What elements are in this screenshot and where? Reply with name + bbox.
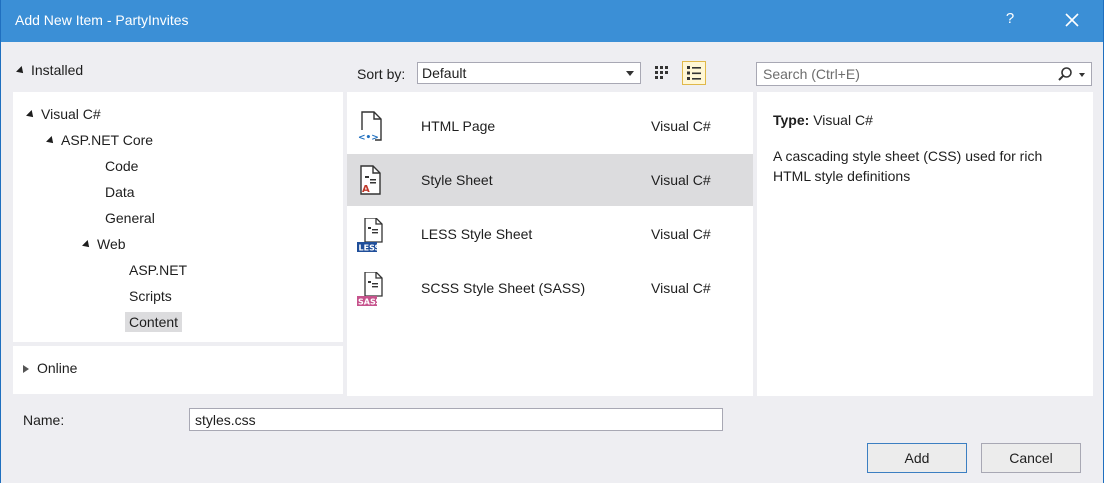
tree-item-label: Visual C#: [41, 106, 101, 122]
template-language: Visual C#: [651, 280, 711, 296]
tree-item-aspnet[interactable]: ASP.NET: [129, 262, 187, 278]
template-type: Type: Visual C#: [773, 112, 873, 128]
search-input[interactable]: Search (Ctrl+E): [756, 62, 1092, 86]
template-row-scss-style-sheet[interactable]: SASS SCSS Style Sheet (SASS) Visual C#: [347, 262, 753, 314]
tree-item-web[interactable]: Web: [82, 236, 126, 252]
sass-icon: SASS: [357, 272, 383, 307]
tree-item-label: Scripts: [129, 288, 172, 304]
tree-item-aspnet-core[interactable]: ASP.NET Core: [46, 132, 154, 148]
online-section: Online: [13, 346, 343, 394]
collapsed-arrow-icon: [23, 365, 29, 373]
tree-item-label: Content: [129, 314, 179, 330]
tree-item-label: ASP.NET Core: [61, 132, 154, 148]
expand-arrow-icon: [26, 110, 36, 120]
template-row-less-style-sheet[interactable]: LESS LESS Style Sheet Visual C#: [347, 208, 753, 260]
cancel-button[interactable]: Cancel: [981, 443, 1081, 473]
svg-text:LESS: LESS: [359, 244, 381, 253]
tree-item-label: General: [105, 210, 155, 226]
name-field[interactable]: [189, 408, 723, 431]
search-icon[interactable]: [1057, 66, 1073, 82]
svg-text:A: A: [362, 184, 370, 195]
sort-by-label: Sort by:: [357, 66, 406, 82]
tree-item-label: Data: [105, 184, 135, 200]
type-label: Type:: [773, 112, 810, 128]
close-button[interactable]: [1059, 7, 1087, 35]
tree-item-general[interactable]: General: [105, 210, 155, 226]
expand-arrow-icon: [46, 136, 56, 146]
add-new-item-dialog: Add New Item - PartyInvites ? Installed …: [0, 0, 1104, 483]
template-name: LESS Style Sheet: [421, 226, 533, 242]
template-description: A cascading style sheet (CSS) used for r…: [773, 148, 1043, 184]
search-placeholder: Search (Ctrl+E): [763, 66, 860, 82]
grid-view-icon: [655, 66, 668, 79]
sort-by-value: Default: [422, 65, 467, 81]
stylesheet-icon: A: [360, 165, 381, 195]
sort-by-dropdown[interactable]: Default: [417, 62, 641, 84]
template-name: SCSS Style Sheet (SASS): [421, 280, 586, 296]
template-name: HTML Page: [421, 118, 496, 134]
help-button[interactable]: ?: [998, 10, 1022, 27]
close-icon: [1065, 13, 1079, 27]
tree-item-data[interactable]: Data: [105, 184, 135, 200]
expand-arrow-icon: [16, 66, 26, 76]
online-section-header[interactable]: Online: [23, 360, 77, 376]
add-button[interactable]: Add: [867, 443, 967, 473]
details-panel: Type: Visual C# A cascading style sheet …: [757, 92, 1093, 396]
dropdown-arrow-icon: [626, 71, 634, 76]
tree-item-visual-csharp[interactable]: Visual C#: [26, 106, 101, 122]
html-page-icon: <•>: [357, 111, 382, 143]
template-language: Visual C#: [651, 118, 711, 134]
online-label: Online: [37, 360, 78, 376]
small-icons-view-button[interactable]: [652, 63, 672, 83]
tree-item-label: ASP.NET: [129, 262, 188, 278]
template-row-style-sheet[interactable]: A Style Sheet Visual C#: [347, 154, 753, 206]
title-bar: Add New Item - PartyInvites ?: [1, 0, 1103, 42]
installed-section-header[interactable]: Installed: [16, 62, 84, 78]
type-value: Visual C#: [813, 112, 873, 128]
template-row-html-page[interactable]: <•> HTML Page Visual C#: [347, 100, 753, 152]
list-view-icon: [687, 66, 701, 80]
template-name: Style Sheet: [421, 172, 493, 188]
tree-item-label: Web: [97, 236, 126, 252]
tree-item-label: Code: [105, 158, 139, 174]
template-list: <•> HTML Page Visual C# A Style Sheet Vi…: [347, 92, 753, 396]
search-options-arrow-icon[interactable]: [1079, 73, 1085, 77]
svg-text:<•>: <•>: [358, 133, 379, 143]
window-title: Add New Item - PartyInvites: [15, 12, 189, 28]
template-language: Visual C#: [651, 172, 711, 188]
tree-item-code[interactable]: Code: [105, 158, 138, 174]
less-icon: LESS: [357, 218, 383, 253]
installed-label: Installed: [31, 62, 84, 78]
template-language: Visual C#: [651, 226, 711, 242]
tree-item-scripts[interactable]: Scripts: [129, 288, 172, 304]
expand-arrow-icon: [82, 240, 92, 250]
tree-item-content[interactable]: Content: [125, 312, 183, 332]
category-tree: Visual C# ASP.NET Core Code Data General…: [13, 92, 343, 342]
svg-text:SASS: SASS: [358, 298, 381, 307]
list-view-button[interactable]: [682, 61, 706, 85]
name-label: Name:: [23, 412, 65, 428]
